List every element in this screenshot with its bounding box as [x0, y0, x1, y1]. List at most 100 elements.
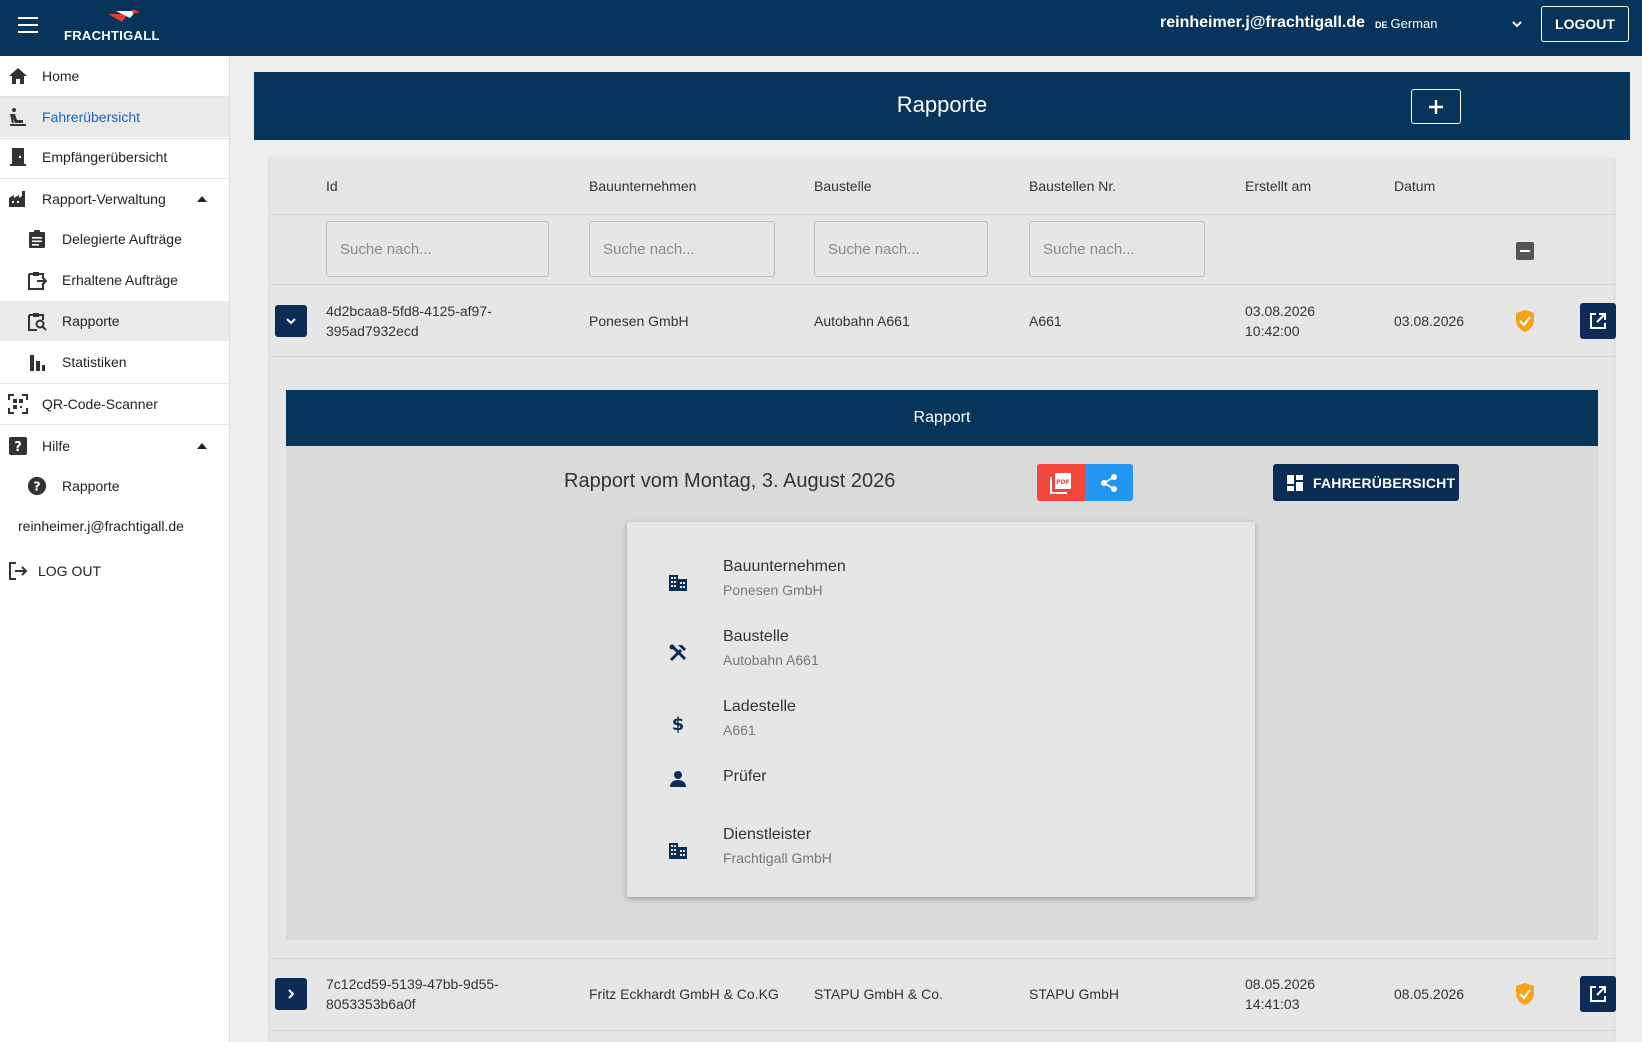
- open-rapport-button[interactable]: [1580, 976, 1616, 1012]
- sidebar-item-empfaengeruebersicht[interactable]: Empfängerübersicht: [0, 137, 229, 177]
- dashboard-icon: [1287, 474, 1303, 491]
- sidebar-item-label: Rapporte: [62, 478, 120, 494]
- detail-title: Rapport vom Montag, 3. August 2026: [564, 470, 896, 492]
- table-cell-id: 7c12cd59-5139-47bb-9d55- 8053353b6a0f: [326, 974, 499, 1014]
- divider: [270, 1030, 1614, 1031]
- sidebar-logout-label: LOG OUT: [38, 563, 102, 579]
- sidebar-logout-button[interactable]: LOG OUT: [8, 556, 101, 586]
- chevron-right-icon: [288, 989, 295, 999]
- sidebar-item-rapport-verwaltung[interactable]: Rapport-Verwaltung: [0, 179, 229, 219]
- sidebar-item-label: Empfängerübersicht: [42, 149, 168, 165]
- sidebar-item-label: Delegierte Aufträge: [62, 231, 182, 247]
- caret-up-icon[interactable]: [197, 443, 207, 449]
- open-rapport-button[interactable]: [1580, 303, 1616, 339]
- column-header-id[interactable]: Id: [326, 178, 338, 194]
- rapport-detail-panel: Rapport Rapport vom Montag, 3. August 20…: [286, 390, 1598, 940]
- divider: [270, 356, 1614, 357]
- pdf-button[interactable]: PDF: [1037, 464, 1085, 501]
- sidebar-item-hilfe-rapporte[interactable]: ? Rapporte: [0, 466, 229, 506]
- id-line: 7c12cd59-5139-47bb-9d55-: [326, 976, 499, 992]
- table-cell-id: 4d2bcaa8-5fd8-4125-af97- 395ad7932ecd: [326, 301, 492, 341]
- menu-icon[interactable]: [18, 17, 38, 33]
- sidebar-item-delegierte-auftraege[interactable]: Delegierte Aufträge: [0, 219, 229, 259]
- erstellt-date: 03.08.2026: [1245, 303, 1316, 319]
- factory-icon: [8, 189, 28, 209]
- sidebar-item-erhaltene-auftraege[interactable]: Erhaltene Aufträge: [0, 260, 229, 300]
- info-title: Bauunternehmen: [723, 558, 846, 575]
- clipboard-icon: [27, 229, 47, 249]
- column-header-erstellt-am[interactable]: Erstellt am: [1245, 178, 1311, 194]
- collapse-row-button[interactable]: [275, 305, 307, 337]
- search-input-id[interactable]: [326, 221, 549, 277]
- open-in-new-icon: [1590, 313, 1606, 329]
- expand-row-button[interactable]: [275, 978, 307, 1010]
- svg-text:PDF: PDF: [1056, 479, 1069, 486]
- svg-text:?: ?: [33, 479, 40, 494]
- language-select[interactable]: DE German: [1375, 16, 1437, 31]
- chevron-down-icon: [286, 318, 296, 325]
- svg-text:?: ?: [14, 440, 22, 455]
- sidebar-item-hilfe[interactable]: ? Hilfe: [0, 426, 229, 466]
- info-title: Dienstleister: [723, 826, 812, 843]
- sidebar-item-label: Statistiken: [62, 354, 127, 370]
- tools-icon: [667, 642, 689, 664]
- plus-icon: [1429, 99, 1443, 114]
- share-button[interactable]: [1085, 464, 1133, 501]
- verified-shield-icon: [1516, 983, 1534, 1005]
- search-input-baustellen-nr[interactable]: [1029, 221, 1205, 277]
- column-header-bauunternehmen[interactable]: Bauunternehmen: [589, 178, 696, 194]
- sidebar-item-fahreruebersicht[interactable]: Fahrerübersicht: [0, 97, 229, 137]
- clipboard-arrow-icon: [27, 270, 47, 290]
- search-input-bauunternehmen[interactable]: [589, 221, 775, 277]
- rapport-info-card: Bauunternehmen Ponesen GmbH Baustelle Au…: [627, 522, 1255, 897]
- sidebar-user-email: reinheimer.j@frachtigall.de: [18, 518, 184, 534]
- help-circle-icon: ?: [27, 476, 47, 496]
- frachtigall-logo[interactable]: FRACHTIGALL: [64, 8, 174, 48]
- help-square-icon: ?: [8, 436, 28, 456]
- fahreruebersicht-button[interactable]: FAHRERÜBERSICHT: [1273, 464, 1459, 501]
- page-header: Rapporte: [254, 72, 1630, 140]
- table-cell-erstellt-am: 03.08.2026 10:42:00: [1245, 301, 1315, 341]
- divider: [0, 424, 229, 425]
- language-label: German: [1390, 16, 1438, 31]
- home-icon: [8, 66, 28, 86]
- collapse-all-checkbox[interactable]: [1516, 242, 1534, 260]
- info-row-pruefer: Prüfer: [627, 768, 1255, 828]
- info-row-bauunternehmen: Bauunternehmen Ponesen GmbH: [627, 558, 1255, 618]
- sidebar-item-rapporte[interactable]: Rapporte: [0, 301, 229, 341]
- sidebar-item-label: Erhaltene Aufträge: [62, 272, 178, 288]
- column-header-datum[interactable]: Datum: [1394, 178, 1435, 194]
- column-header-baustellen-nr[interactable]: Baustellen Nr.: [1029, 178, 1116, 194]
- add-rapport-button[interactable]: [1411, 89, 1461, 124]
- svg-text:$: $: [672, 714, 685, 733]
- top-app-bar: FRACHTIGALL reinheimer.j@frachtigall.de …: [0, 0, 1642, 56]
- id-line: 4d2bcaa8-5fd8-4125-af97-: [326, 303, 492, 319]
- id-line: 8053353b6a0f: [326, 996, 416, 1012]
- erstellt-time: 14:41:03: [1245, 996, 1300, 1012]
- door-icon: [8, 147, 28, 167]
- logout-button[interactable]: LOGOUT: [1541, 6, 1629, 42]
- table-cell-baustellen-nr: STAPU GmbH: [1029, 986, 1119, 1002]
- rapporte-table: Id Bauunternehmen Baustelle Baustellen N…: [270, 158, 1616, 1042]
- search-input-baustelle[interactable]: [814, 221, 988, 277]
- caret-up-icon[interactable]: [197, 196, 207, 202]
- info-value: Frachtigall GmbH: [723, 850, 832, 866]
- chevron-down-icon[interactable]: [1510, 17, 1524, 31]
- sidebar-item-label: Hilfe: [42, 438, 71, 454]
- table-cell-baustelle: STAPU GmbH & Co.: [814, 986, 943, 1002]
- info-title: Baustelle: [723, 628, 789, 645]
- table-cell-baustelle: Autobahn A661: [814, 313, 910, 329]
- person-icon: [667, 768, 689, 790]
- sidebar-item-qr-code-scanner[interactable]: QR-Code-Scanner: [0, 384, 229, 424]
- share-icon: [1101, 473, 1117, 492]
- column-header-baustelle[interactable]: Baustelle: [814, 178, 872, 194]
- user-email: reinheimer.j@frachtigall.de: [1160, 14, 1365, 31]
- sidebar: Home Fahrerübersicht Empfängerübersicht …: [0, 56, 230, 1042]
- table-cell-baustellen-nr: A661: [1029, 313, 1062, 329]
- qr-scanner-icon: [8, 394, 28, 414]
- sidebar-item-home[interactable]: Home: [0, 56, 229, 96]
- bar-chart-icon: [27, 352, 47, 372]
- building-icon: [667, 840, 689, 862]
- sidebar-item-label: QR-Code-Scanner: [42, 396, 158, 412]
- sidebar-item-statistiken[interactable]: Statistiken: [0, 342, 229, 382]
